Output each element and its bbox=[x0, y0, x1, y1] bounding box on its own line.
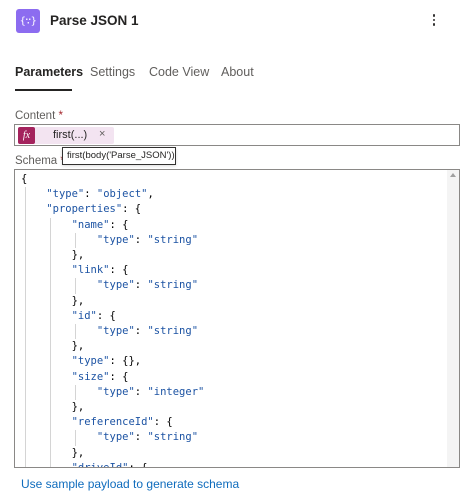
token-tooltip: first(body('Parse_JSON')) bbox=[62, 147, 176, 165]
required-mark: * bbox=[58, 110, 63, 122]
expression-token[interactable]: fx first(...) × bbox=[18, 127, 114, 144]
schema-code-line: { bbox=[21, 173, 28, 185]
schema-code-line: "id": { bbox=[71, 309, 116, 322]
schema-code-line: "type": "object", bbox=[46, 188, 154, 201]
schema-code-line: }, bbox=[21, 294, 85, 307]
schema-code-line: }, bbox=[21, 401, 85, 413]
generate-schema-link[interactable]: Use sample payload to generate schema bbox=[21, 477, 239, 491]
token-label: first(...) bbox=[53, 129, 88, 141]
indent-guide bbox=[75, 232, 77, 248]
scroll-up-icon[interactable] bbox=[450, 173, 456, 177]
schema-code-line: "type": "string" bbox=[96, 233, 199, 246]
schema-code-line: "link": { bbox=[71, 264, 129, 277]
more-options-icon[interactable] bbox=[426, 10, 442, 30]
tab-code-view[interactable]: Code View bbox=[149, 65, 209, 79]
content-label-text: Content bbox=[15, 110, 56, 122]
schema-code-line: "driveId": { bbox=[71, 461, 148, 468]
schema-code-line: }, bbox=[21, 340, 85, 353]
action-header: {∵} Parse JSON 1 bbox=[0, 0, 466, 44]
schema-label: Schema * bbox=[15, 155, 65, 167]
parse-json-icon: {∵} bbox=[16, 9, 40, 33]
indent-guide bbox=[75, 430, 77, 446]
action-title[interactable]: Parse JSON 1 bbox=[50, 13, 139, 28]
remove-token-icon[interactable]: × bbox=[99, 128, 105, 140]
indent-guide bbox=[25, 187, 26, 467]
schema-code-line: }, bbox=[21, 249, 85, 261]
schema-code-line: "type": "string" bbox=[96, 279, 199, 292]
indent-guide bbox=[75, 324, 77, 340]
schema-code-line: "name": { bbox=[71, 218, 129, 231]
indent-guide bbox=[50, 217, 52, 467]
schema-editor[interactable]: { "type": "object", "properties": { "nam… bbox=[14, 169, 460, 468]
content-label: Content * bbox=[15, 110, 63, 122]
schema-code-line: "type": "string" bbox=[96, 431, 199, 444]
indent-guide bbox=[75, 384, 77, 400]
schema-code-line: "size": { bbox=[71, 370, 129, 383]
schema-code-line: "type": {}, bbox=[71, 355, 142, 368]
schema-code-line: "referenceId": { bbox=[71, 416, 173, 429]
tab-about[interactable]: About bbox=[221, 65, 254, 79]
expression-fx-icon: fx bbox=[18, 127, 35, 144]
schema-code-line: "properties": { bbox=[46, 203, 142, 216]
content-input[interactable]: fx first(...) × bbox=[14, 124, 460, 146]
active-tab-indicator bbox=[15, 89, 72, 91]
schema-label-text: Schema bbox=[15, 155, 58, 167]
indent-guide bbox=[75, 278, 77, 294]
tab-settings[interactable]: Settings bbox=[90, 65, 135, 79]
tab-parameters[interactable]: Parameters bbox=[15, 65, 83, 79]
schema-code-line: "type": "string" bbox=[96, 325, 199, 337]
schema-scrollbar[interactable] bbox=[447, 170, 459, 467]
schema-code-line: }, bbox=[21, 446, 85, 459]
schema-code-line: "type": "integer" bbox=[96, 385, 205, 398]
